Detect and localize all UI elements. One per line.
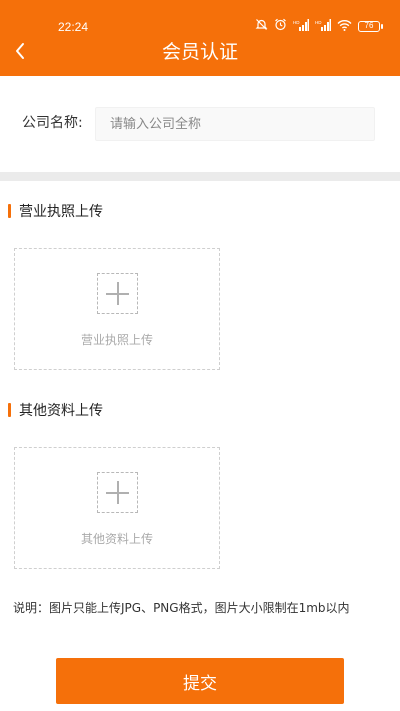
- business-license-upload[interactable]: 营业执照上传: [14, 248, 220, 370]
- alarm-icon: [274, 18, 287, 34]
- accent-bar: [8, 204, 11, 218]
- status-bar: 22:24 HD HD 76: [0, 0, 400, 34]
- svg-text:HD: HD: [293, 20, 300, 25]
- section-title-text: 其他资料上传: [19, 403, 103, 419]
- add-icon: [97, 273, 138, 314]
- upload-label: 其他资料上传: [80, 532, 153, 546]
- svg-text:HD: HD: [315, 20, 322, 25]
- section-divider: [0, 172, 400, 181]
- app-header: 22:24 HD HD 76 会员认证: [0, 0, 400, 76]
- other-documents-upload[interactable]: 其他资料上传: [14, 447, 220, 569]
- upload-label: 营业执照上传: [80, 333, 153, 347]
- section-title-text: 营业执照上传: [19, 204, 103, 220]
- wifi-icon: [337, 19, 352, 34]
- company-name-input[interactable]: [95, 107, 375, 141]
- battery-icon: 76: [358, 20, 383, 32]
- accent-bar: [8, 403, 11, 417]
- section-title-other-documents: 其他资料上传: [8, 401, 103, 419]
- status-time: 22:24: [58, 20, 89, 34]
- signal-icon: HD: [293, 18, 309, 34]
- signal-icon: HD: [315, 18, 331, 34]
- page-title: 会员认证: [161, 41, 238, 63]
- submit-button[interactable]: 提交: [56, 658, 344, 704]
- section-title-business-license: 营业执照上传: [8, 202, 103, 220]
- company-name-row: 公司名称:: [0, 103, 400, 143]
- upload-note: 说明：图片只能上传JPG、PNG格式，图片大小限制在1mb以内: [13, 601, 350, 615]
- company-name-label: 公司名称:: [22, 115, 83, 131]
- add-icon: [97, 472, 138, 513]
- mute-icon: [255, 18, 268, 34]
- status-icons: HD HD 76: [255, 18, 383, 34]
